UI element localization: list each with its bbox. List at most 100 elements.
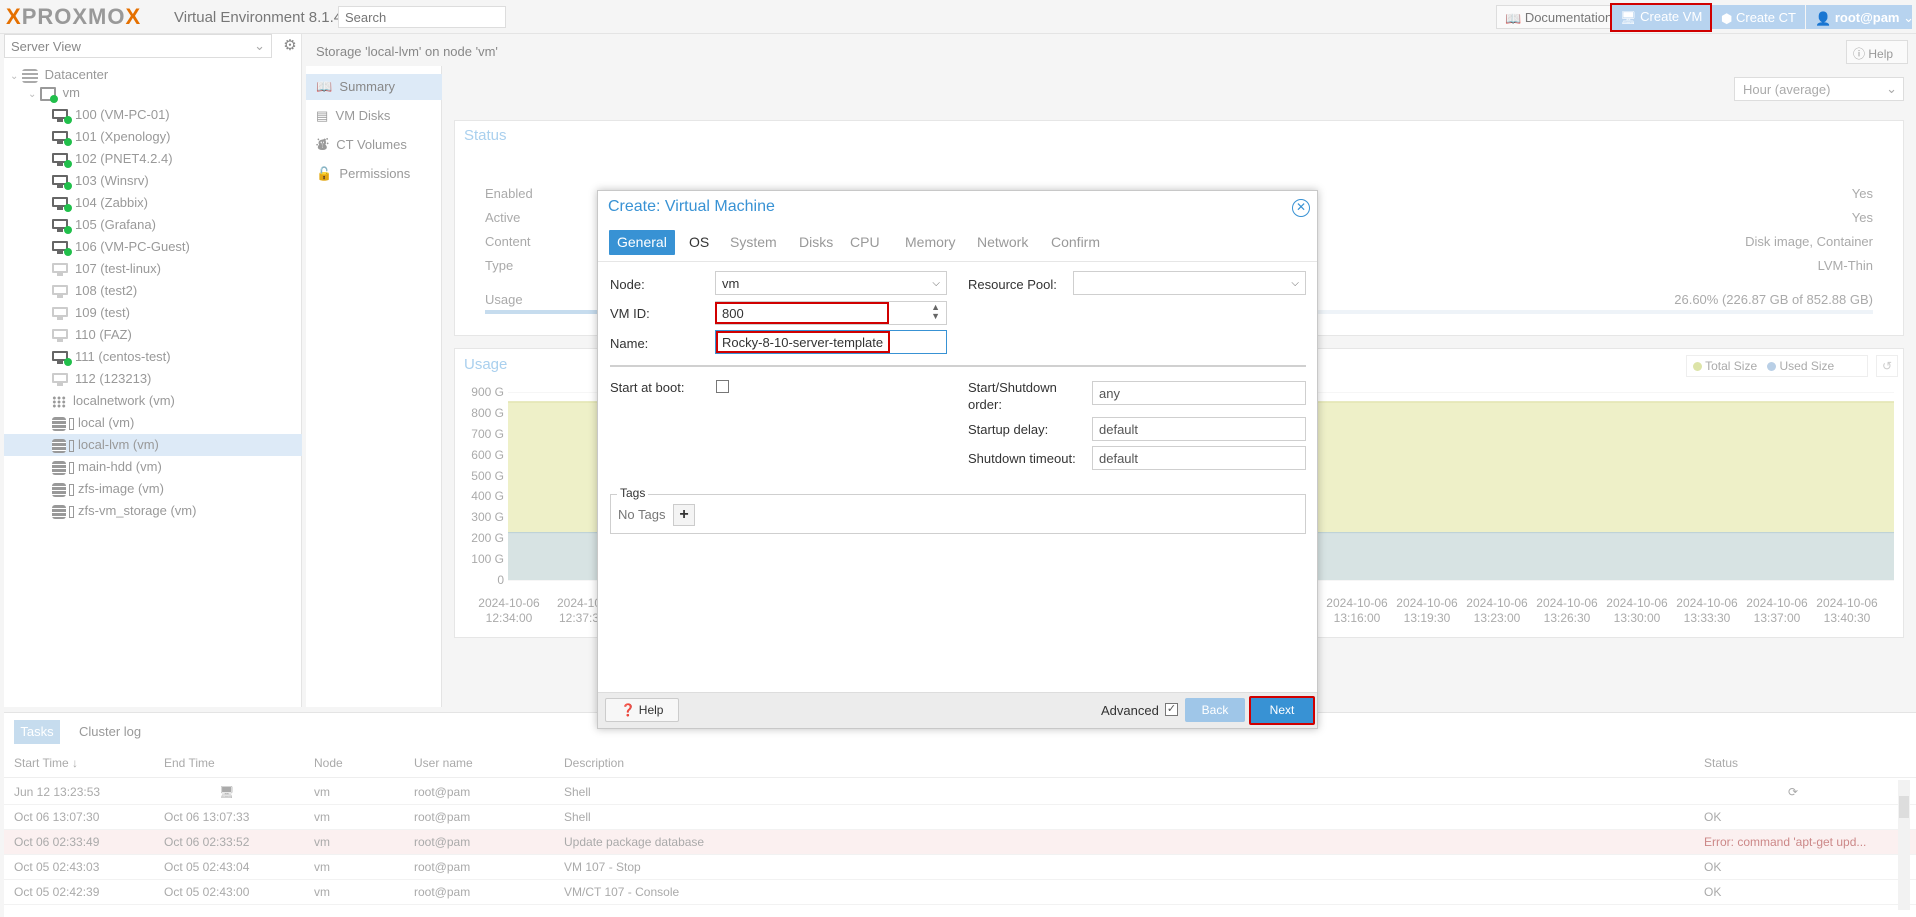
col-status[interactable]: Status [1704,756,1738,770]
nav-summary[interactable]: 📖 Summary [306,74,442,100]
col-description[interactable]: Description [564,756,624,770]
start-shutdown-label-1: Start/Shutdown [968,380,1057,395]
next-button[interactable]: Next [1249,696,1315,725]
cell-status: OK [1704,860,1722,874]
user-menu-button[interactable]: 👤 root@pam ⌄ [1806,5,1914,29]
resource-pool-select[interactable]: ⌵ [1073,271,1306,295]
tree-item-vm[interactable]: 101 (Xpenology) [52,126,170,148]
startup-delay-input[interactable]: default [1092,417,1306,441]
status-value-content: Disk image, Container [1745,234,1873,249]
tab-disks[interactable]: Disks [791,230,841,255]
cell-user: root@pam [414,785,471,799]
node-select[interactable]: vm ⌵ [715,271,947,295]
create-vm-button[interactable]: 🖥 Create VM [1610,3,1713,32]
col-node[interactable]: Node [314,756,343,770]
storage-icon [52,482,66,497]
table-row[interactable] [4,830,1916,855]
x-tick-time: 13:26:30 [1543,611,1591,625]
tree-item-vm[interactable]: 112 (123213) [52,368,151,390]
tab-confirm[interactable]: Confirm [1043,230,1108,255]
status-value-usage: 26.60% (226.87 GB of 852.88 GB) [1674,292,1873,307]
y-tick-label: 700 G [471,426,504,441]
tree-item-storage[interactable]: local-lvm (vm) [4,434,302,456]
tab-cpu[interactable]: CPU [842,230,888,255]
node-label: Node: [610,277,645,292]
advanced-label: Advanced [1101,703,1159,718]
tree-item-vm[interactable]: 102 (PNET4.2.4) [52,148,173,170]
status-label-type: Type [485,258,514,273]
spinner-arrows-icon[interactable]: ▲ ▼ [931,303,940,321]
legend-used[interactable]: Used Size [1780,359,1835,373]
legend-total[interactable]: Total Size [1705,359,1757,373]
status-label-active: Active [485,210,521,225]
table-row[interactable] [4,805,1916,830]
documentation-button[interactable]: 📖 Documentation [1496,5,1622,29]
table-row[interactable] [4,880,1916,905]
tab-system[interactable]: System [722,230,785,255]
tree-item-storage[interactable]: local (vm) [52,412,134,434]
tree-item-vm[interactable]: 109 (test) [52,302,130,324]
timeframe-selector[interactable]: Hour (average) ⌄ [1734,77,1904,101]
table-row[interactable] [4,855,1916,880]
storage-icon [52,438,66,453]
tasks-scrollbar[interactable] [1898,780,1910,910]
start-shutdown-order-input[interactable]: any [1092,381,1306,405]
dialog-help-button[interactable]: ❓ Help [605,698,679,722]
view-selector[interactable]: Server View ⌄ [4,34,272,58]
vm-icon [52,263,70,277]
collapse-icon[interactable]: ⌄ [28,89,36,100]
col-user-name[interactable]: User name [414,756,473,770]
x-tick-label: 2024-10-06 12:34:00 [474,596,544,626]
breadcrumb: Storage 'local-lvm' on node 'vm' [316,44,498,59]
resource-pool-label: Resource Pool: [968,277,1057,292]
chart-reset-icon[interactable]: ↺ [1876,355,1898,377]
tree-item-vm[interactable]: 104 (Zabbix) [52,192,148,214]
cube-icon: ⬢ [1721,10,1733,26]
tree-item-vm[interactable]: 110 (FAZ) [52,324,132,346]
tree-item-vm[interactable]: 103 (Winsrv) [52,170,149,192]
x-tick-label: 2024-10-06 13:19:30 [1392,596,1462,626]
tab-cluster-log[interactable]: Cluster log [79,724,141,739]
nav-vm-disks[interactable]: ▤ VM Disks [306,103,442,129]
col-end-time[interactable]: End Time [164,756,215,770]
gear-icon[interactable]: ⚙ [280,36,300,56]
tab-network[interactable]: Network [969,230,1036,255]
x-tick-time: 13:30:00 [1613,611,1661,625]
tab-os[interactable]: OS [681,230,717,255]
tree-item-vm[interactable]: 100 (VM-PC-01) [52,104,170,126]
help-button[interactable]: ⓘ Help [1846,40,1908,64]
back-button[interactable]: Back [1185,698,1245,722]
x-tick-date: 2024-10-06 [1326,596,1388,610]
close-icon[interactable]: ✕ [1292,199,1310,217]
tree-item-node-vm[interactable]: ⌄ vm [28,82,80,104]
nav-ct-volumes[interactable]: ⛇ CT Volumes [306,132,442,158]
tree-item-network[interactable]: localnetwork (vm) [52,390,175,412]
tags-fieldset [610,494,1306,534]
start-at-boot-checkbox[interactable] [716,380,729,393]
tree-item-vm[interactable]: 106 (VM-PC-Guest) [52,236,190,258]
vm-icon [52,307,70,321]
create-ct-button[interactable]: ⬢ Create CT [1712,5,1805,29]
tab-memory[interactable]: Memory [897,230,964,255]
tab-general[interactable]: General [609,230,675,255]
tree-item-vm[interactable]: 107 (test-linux) [52,258,161,280]
tree-item-vm[interactable]: 108 (test2) [52,280,137,302]
tree-item-storage[interactable]: zfs-image (vm) [52,478,164,500]
collapse-icon[interactable]: ⌄ [10,71,18,82]
usage-title: Usage [464,356,508,373]
shutdown-timeout-input[interactable]: default [1092,446,1306,470]
tree-item-vm[interactable]: 111 (centos-test) [52,346,171,368]
nav-permissions[interactable]: 🔓 Permissions [306,161,442,187]
start-at-boot-label: Start at boot: [610,380,685,395]
tree-item-storage[interactable]: zfs-vm_storage (vm) [52,500,196,522]
tab-tasks[interactable]: Tasks [14,720,60,744]
tree-item-vm[interactable]: 105 (Grafana) [52,214,156,236]
tasks-scroll-thumb[interactable] [1899,796,1909,818]
tree-item-storage[interactable]: main-hdd (vm) [52,456,162,478]
advanced-checkbox[interactable]: ✓ [1165,703,1178,716]
table-row[interactable] [4,780,1916,805]
col-start-time[interactable]: Start Time ↓ [14,756,78,770]
cell-status: OK [1704,810,1722,824]
add-tag-button[interactable]: + [673,504,695,526]
search-input[interactable] [338,6,506,28]
